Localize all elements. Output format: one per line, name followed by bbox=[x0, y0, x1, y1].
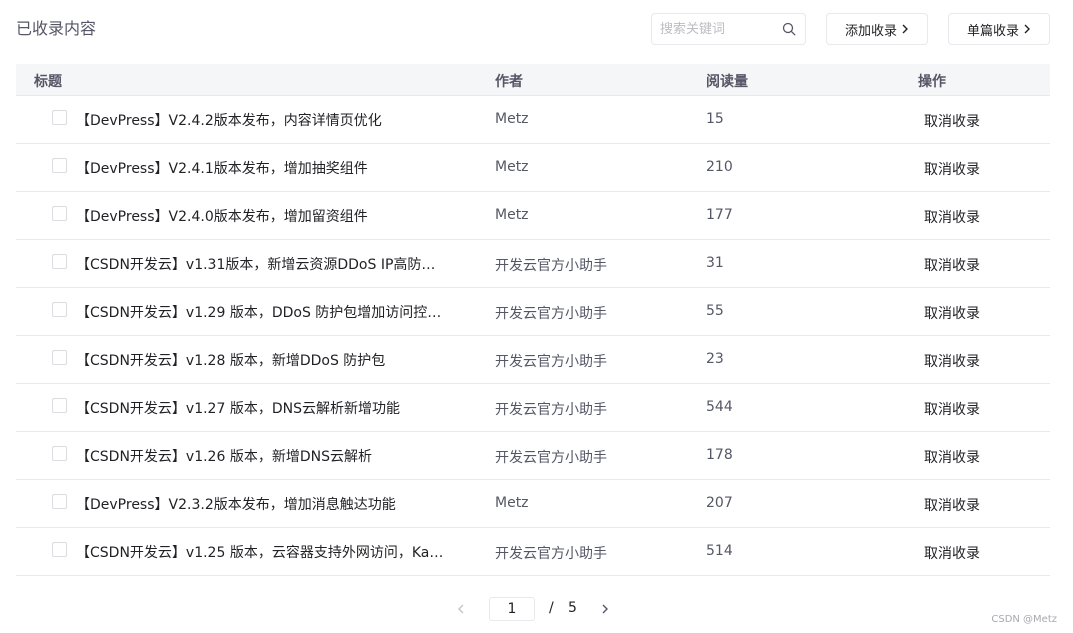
row-checkbox[interactable] bbox=[52, 158, 67, 173]
page-total: 5 bbox=[568, 600, 577, 616]
row-checkbox[interactable] bbox=[52, 254, 67, 269]
row-reads: 544 bbox=[706, 399, 733, 415]
page-number-input[interactable] bbox=[489, 597, 535, 621]
collection-table: 标题 作者 阅读量 操作 【DevPress】V2.4.2版本发布，内容详情页优… bbox=[16, 64, 1050, 576]
table-row: 【DevPress】V2.4.1版本发布，增加抽奖组件 Metz 210 取消收… bbox=[16, 144, 1050, 192]
chevron-right-icon bbox=[902, 24, 908, 34]
uncollect-button[interactable]: 取消收录 bbox=[924, 495, 980, 515]
pagination: / 5 bbox=[0, 597, 1073, 621]
uncollect-button[interactable]: 取消收录 bbox=[924, 111, 980, 131]
chevron-left-icon[interactable] bbox=[455, 601, 467, 617]
row-checkbox[interactable] bbox=[52, 542, 67, 557]
table-row: 【CSDN开发云】v1.28 版本，新增DDoS 防护包 开发云官方小助手 23… bbox=[16, 336, 1050, 384]
row-author: 开发云官方小助手 bbox=[495, 306, 607, 322]
row-checkbox[interactable] bbox=[52, 350, 67, 365]
column-header-reads: 阅读量 bbox=[706, 74, 748, 90]
search-box[interactable] bbox=[651, 13, 806, 45]
page-separator: / bbox=[549, 600, 554, 616]
page-title: 已收录内容 bbox=[16, 19, 97, 38]
row-checkbox[interactable] bbox=[52, 110, 67, 125]
row-reads: 23 bbox=[706, 351, 724, 367]
uncollect-button[interactable]: 取消收录 bbox=[924, 351, 980, 371]
uncollect-button[interactable]: 取消收录 bbox=[924, 543, 980, 563]
table-row: 【CSDN开发云】v1.27 版本，DNS云解析新增功能 开发云官方小助手 54… bbox=[16, 384, 1050, 432]
row-title[interactable]: 【CSDN开发云】v1.25 版本，云容器支持外网访问，Kaf… bbox=[76, 542, 448, 562]
search-icon[interactable] bbox=[782, 22, 796, 36]
row-title[interactable]: 【CSDN开发云】v1.27 版本，DNS云解析新增功能 bbox=[76, 398, 448, 418]
table-row: 【CSDN开发云】v1.25 版本，云容器支持外网访问，Kaf… 开发云官方小助… bbox=[16, 528, 1050, 576]
row-reads: 514 bbox=[706, 543, 733, 559]
row-author: 开发云官方小助手 bbox=[495, 402, 607, 418]
row-title[interactable]: 【CSDN开发云】v1.29 版本，DDoS 防护包增加访问控… bbox=[76, 302, 448, 322]
uncollect-button[interactable]: 取消收录 bbox=[924, 207, 980, 227]
row-title[interactable]: 【CSDN开发云】v1.31版本，新增云资源DDoS IP高防，… bbox=[76, 254, 448, 274]
table-row: 【DevPress】V2.4.2版本发布，内容详情页优化 Metz 15 取消收… bbox=[16, 96, 1050, 144]
table-row: 【DevPress】V2.4.0版本发布，增加留资组件 Metz 177 取消收… bbox=[16, 192, 1050, 240]
add-collection-button[interactable]: 添加收录 bbox=[826, 13, 928, 45]
row-author: 开发云官方小助手 bbox=[495, 546, 607, 562]
row-author: Metz bbox=[495, 495, 529, 511]
column-header-actions: 操作 bbox=[918, 74, 946, 90]
add-collection-label: 添加收录 bbox=[844, 23, 897, 39]
row-author: 开发云官方小助手 bbox=[495, 450, 607, 466]
row-author: 开发云官方小助手 bbox=[495, 258, 607, 274]
uncollect-button[interactable]: 取消收录 bbox=[924, 159, 980, 179]
single-collection-label: 单篇收录 bbox=[966, 23, 1019, 39]
row-author: Metz bbox=[495, 159, 529, 175]
row-title[interactable]: 【CSDN开发云】v1.26 版本，新增DNS云解析 bbox=[76, 446, 448, 466]
row-reads: 55 bbox=[706, 303, 724, 319]
uncollect-button[interactable]: 取消收录 bbox=[924, 399, 980, 419]
row-title[interactable]: 【CSDN开发云】v1.28 版本，新增DDoS 防护包 bbox=[76, 350, 448, 370]
table-row: 【CSDN开发云】v1.29 版本，DDoS 防护包增加访问控… 开发云官方小助… bbox=[16, 288, 1050, 336]
row-author: Metz bbox=[495, 207, 529, 223]
column-header-author: 作者 bbox=[495, 74, 523, 90]
column-header-title: 标题 bbox=[34, 74, 62, 90]
single-collection-button[interactable]: 单篇收录 bbox=[948, 13, 1050, 45]
row-title[interactable]: 【DevPress】V2.4.2版本发布，内容详情页优化 bbox=[76, 110, 448, 130]
row-reads: 31 bbox=[706, 255, 724, 271]
row-checkbox[interactable] bbox=[52, 398, 67, 413]
watermark: CSDN @Metz bbox=[991, 614, 1057, 625]
uncollect-button[interactable]: 取消收录 bbox=[924, 447, 980, 467]
row-checkbox[interactable] bbox=[52, 206, 67, 221]
row-reads: 178 bbox=[706, 447, 733, 463]
row-title[interactable]: 【DevPress】V2.4.1版本发布，增加抽奖组件 bbox=[76, 158, 448, 178]
chevron-right-icon bbox=[1024, 24, 1030, 34]
table-row: 【DevPress】V2.3.2版本发布，增加消息触达功能 Metz 207 取… bbox=[16, 480, 1050, 528]
table-row: 【CSDN开发云】v1.31版本，新增云资源DDoS IP高防，… 开发云官方小… bbox=[16, 240, 1050, 288]
row-title[interactable]: 【DevPress】V2.3.2版本发布，增加消息触达功能 bbox=[76, 494, 448, 514]
table-header: 标题 作者 阅读量 操作 bbox=[16, 64, 1050, 96]
row-author: 开发云官方小助手 bbox=[495, 354, 607, 370]
row-reads: 15 bbox=[706, 111, 724, 127]
chevron-right-icon[interactable] bbox=[599, 601, 611, 617]
row-checkbox[interactable] bbox=[52, 302, 67, 317]
row-title[interactable]: 【DevPress】V2.4.0版本发布，增加留资组件 bbox=[76, 206, 448, 226]
row-reads: 207 bbox=[706, 495, 733, 511]
table-row: 【CSDN开发云】v1.26 版本，新增DNS云解析 开发云官方小助手 178 … bbox=[16, 432, 1050, 480]
search-input[interactable] bbox=[660, 14, 780, 44]
row-reads: 210 bbox=[706, 159, 733, 175]
row-checkbox[interactable] bbox=[52, 446, 67, 461]
row-checkbox[interactable] bbox=[52, 494, 67, 509]
uncollect-button[interactable]: 取消收录 bbox=[924, 303, 980, 323]
uncollect-button[interactable]: 取消收录 bbox=[924, 255, 980, 275]
row-reads: 177 bbox=[706, 207, 733, 223]
row-author: Metz bbox=[495, 111, 529, 127]
